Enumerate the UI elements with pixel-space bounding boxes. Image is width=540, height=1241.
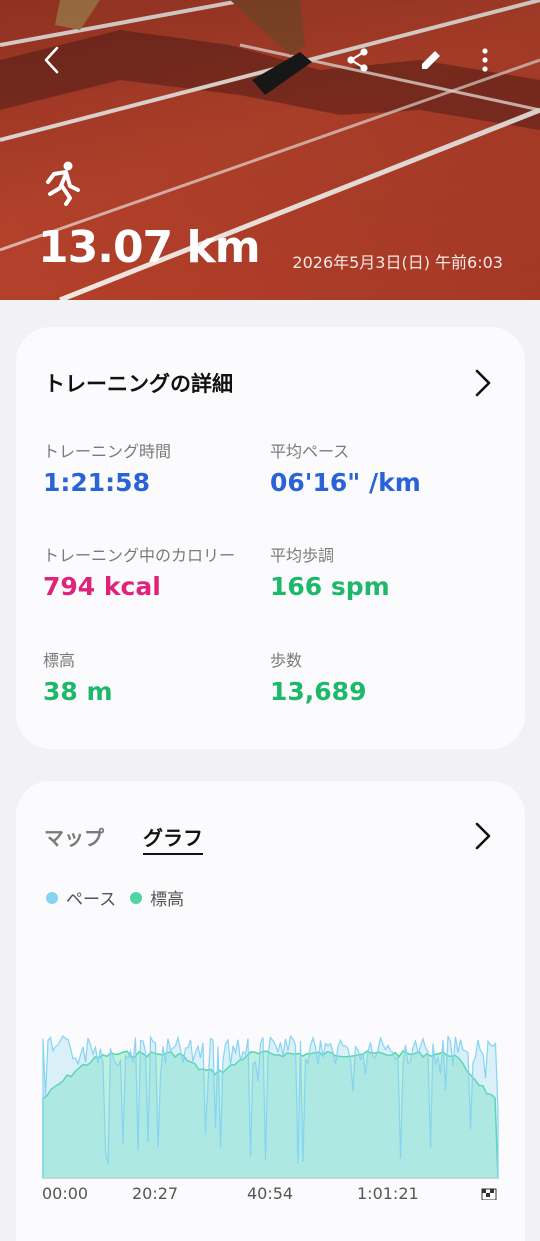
hero-banner: 13.07 km 2026年5月3日(日) 午前6:03 [0, 0, 540, 300]
metric-value: 38 m [43, 677, 113, 706]
x-tick-label: 00:00 [42, 1184, 89, 1203]
finish-flag-icon [481, 1188, 497, 1200]
metric-label: 平均ペース [270, 442, 350, 461]
metric-value: 06'16" /km [270, 468, 421, 497]
metric-label: 標高 [43, 651, 76, 670]
chevron-right-icon[interactable] [469, 368, 495, 398]
metric-label: トレーニング中のカロリー [43, 546, 236, 565]
metric-label: 平均歩調 [270, 546, 335, 565]
metric-label: トレーニング時間 [43, 442, 172, 461]
metric-training-time: トレーニング時間 1:21:58 [43, 438, 171, 497]
top-app-bar [0, 28, 540, 92]
pace-elevation-chart[interactable] [16, 781, 525, 1200]
graph-card: マップ グラフ ペース 標高 00:00 20:27 40:54 1:01:21 [16, 781, 525, 1241]
more-vertical-icon[interactable] [461, 36, 509, 84]
metric-cadence: 平均歩調 166 spm [270, 542, 390, 601]
share-icon[interactable] [334, 36, 382, 84]
x-tick-label: 1:01:21 [357, 1184, 419, 1203]
x-tick-label: 40:54 [247, 1184, 294, 1203]
metric-value: 166 spm [270, 572, 390, 601]
metric-elevation: 標高 38 m [43, 647, 113, 706]
metric-value: 794 kcal [43, 572, 161, 601]
training-details-title: トレーニングの詳細 [44, 372, 233, 396]
pencil-icon[interactable] [407, 36, 455, 84]
back-arrow-icon[interactable] [28, 36, 76, 84]
workout-datetime: 2026年5月3日(日) 午前6:03 [292, 253, 503, 272]
metric-average-pace: 平均ペース 06'16" /km [270, 438, 421, 497]
metric-value: 1:21:58 [43, 468, 150, 497]
training-details-card[interactable]: トレーニングの詳細 トレーニング時間 1:21:58 平均ペース 06'16" … [16, 327, 525, 749]
x-tick-label: 20:27 [132, 1184, 179, 1203]
running-icon [46, 161, 80, 206]
distance-value: 13.07 km [38, 222, 261, 273]
metric-steps: 歩数 13,689 [270, 647, 366, 706]
metric-value: 13,689 [270, 677, 367, 706]
metric-calories: トレーニング中のカロリー 794 kcal [43, 542, 235, 601]
metric-label: 歩数 [270, 651, 303, 670]
